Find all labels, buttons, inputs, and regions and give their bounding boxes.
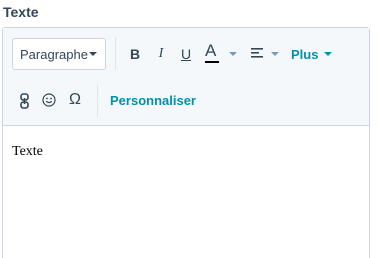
editor-toolbar: Paragraphe B I U A Plus Ω Personnaliser (3, 28, 369, 126)
chevron-down-icon (89, 52, 97, 56)
smiley-icon (42, 93, 56, 107)
text-color-button[interactable]: A (203, 41, 241, 67)
paragraph-format-select[interactable]: Paragraphe (12, 38, 106, 70)
personalize-button[interactable]: Personnaliser (110, 93, 196, 108)
editor-content-area[interactable]: Texte (3, 126, 369, 258)
chevron-down-icon (324, 52, 333, 56)
chevron-down-icon (271, 52, 279, 56)
underline-button[interactable]: U (178, 45, 194, 63)
special-character-button[interactable]: Ω (66, 91, 84, 109)
bold-button[interactable]: B (127, 45, 143, 63)
link-icon (19, 93, 29, 109)
insert-link-button[interactable] (17, 92, 31, 110)
chevron-down-icon (229, 52, 237, 56)
align-left-icon (251, 48, 263, 58)
alignment-button[interactable] (251, 43, 281, 65)
field-label: Texte (3, 4, 39, 20)
toolbar-divider (115, 37, 116, 70)
toolbar-divider (97, 85, 98, 117)
more-options-button[interactable]: Plus (291, 45, 333, 63)
text-color-icon: A (205, 41, 217, 60)
editor-paragraph: Texte (12, 144, 43, 159)
italic-button[interactable]: I (153, 45, 169, 63)
more-options-label: Plus (291, 46, 319, 62)
paragraph-format-label: Paragraphe (20, 46, 88, 62)
insert-emoji-button[interactable] (41, 91, 57, 109)
rich-text-editor: Paragraphe B I U A Plus Ω Personnaliser … (2, 27, 370, 258)
text-color-swatch (205, 61, 219, 63)
